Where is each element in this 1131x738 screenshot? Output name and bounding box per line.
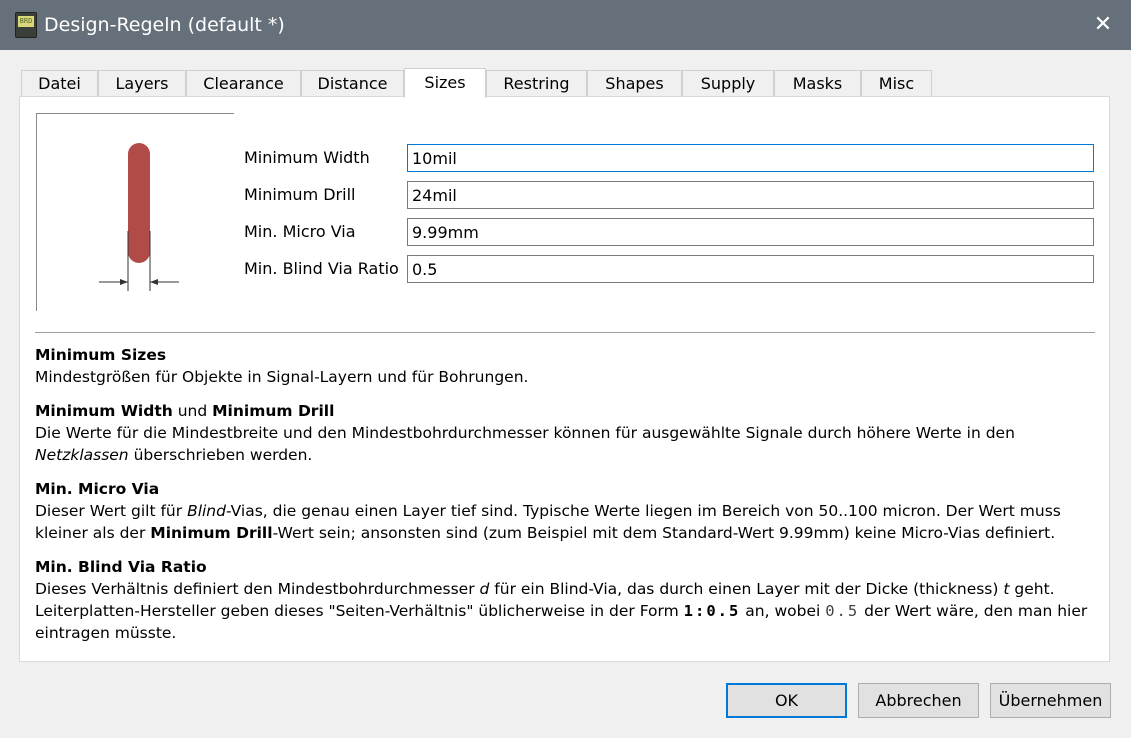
tab-supply[interactable]: Supply: [682, 70, 774, 96]
tab-datei[interactable]: Datei: [21, 70, 98, 96]
tab-distance[interactable]: Distance: [301, 70, 404, 96]
close-icon[interactable]: ✕: [1090, 13, 1116, 37]
min-micro-via-input[interactable]: [407, 218, 1094, 246]
arrowhead-left-icon: [120, 279, 128, 285]
help-strong: Minimum Drill: [150, 524, 273, 542]
help-heading: Min. Micro Via: [35, 480, 160, 498]
help-heading: Minimum Sizes: [35, 346, 167, 364]
window-title: Design-Regeln (default *): [44, 14, 285, 36]
tab-sizes[interactable]: Sizes: [404, 68, 486, 98]
minimum-drill-input[interactable]: [407, 181, 1094, 209]
help-body: Dieser Wert gilt für: [35, 502, 188, 520]
separator: [35, 332, 1095, 333]
min-blind-via-ratio-label: Min. Blind Via Ratio: [244, 259, 399, 278]
help-body: Dieses Verhältnis definiert den Mindestb…: [35, 580, 480, 598]
help-text: Minimum Sizes Mindestgrößen für Objekte …: [35, 344, 1100, 656]
help-body: Mindestgrößen für Objekte in Signal-Laye…: [35, 368, 529, 386]
help-emphasis: Blind: [187, 502, 226, 520]
help-body: -Wert sein; ansonsten sind (zum Beispiel…: [272, 524, 1056, 542]
tab-misc[interactable]: Misc: [861, 70, 932, 96]
help-heading: Minimum Drill: [212, 402, 335, 420]
help-section-width-drill: Minimum Width und Minimum Drill Die Wert…: [35, 400, 1100, 466]
help-body: Die Werte für die Mindestbreite und den …: [35, 424, 1015, 442]
help-code: 0.5: [825, 602, 860, 620]
ok-button[interactable]: OK: [726, 683, 847, 718]
min-micro-via-label: Min. Micro Via: [244, 222, 356, 241]
help-section-micro-via: Min. Micro Via Dieser Wert gilt für Blin…: [35, 478, 1100, 544]
tab-clearance[interactable]: Clearance: [186, 70, 301, 96]
help-body: überschrieben werden.: [128, 446, 313, 464]
min-blind-via-ratio-input[interactable]: [407, 255, 1094, 283]
help-body: an, wobei: [740, 602, 826, 620]
trace-width-illustration: [36, 113, 234, 311]
help-section-minimum-sizes: Minimum Sizes Mindestgrößen für Objekte …: [35, 344, 1100, 388]
apply-button[interactable]: Übernehmen: [990, 683, 1111, 718]
help-code: 1:0.5: [683, 602, 741, 620]
help-emphasis: Netzklassen: [35, 446, 129, 464]
help-heading: Min. Blind Via Ratio: [35, 558, 207, 576]
app-icon-label: BRD: [18, 16, 34, 27]
help-heading-connector: und: [172, 402, 213, 420]
cancel-button[interactable]: Abbrechen: [858, 683, 979, 718]
help-section-blind-via-ratio: Min. Blind Via Ratio Dieses Verhältnis d…: [35, 556, 1100, 644]
help-variable: d: [479, 580, 490, 598]
tab-restring[interactable]: Restring: [486, 70, 587, 96]
tab-shapes[interactable]: Shapes: [587, 70, 682, 96]
sizes-panel: Minimum Width Minimum Drill Min. Micro V…: [19, 96, 1110, 662]
help-body: für ein Blind-Via, das durch einen Layer…: [489, 580, 1004, 598]
app-icon: BRD: [15, 12, 37, 38]
tab-layers[interactable]: Layers: [98, 70, 186, 96]
help-heading: Minimum Width: [35, 402, 173, 420]
minimum-width-label: Minimum Width: [244, 148, 370, 167]
tab-masks[interactable]: Masks: [774, 70, 861, 96]
arrowhead-right-icon: [150, 279, 158, 285]
trace-shape: [128, 143, 150, 263]
title-bar: BRD Design-Regeln (default *) ✕: [0, 0, 1131, 50]
minimum-width-input[interactable]: [407, 144, 1094, 172]
minimum-drill-label: Minimum Drill: [244, 185, 356, 204]
